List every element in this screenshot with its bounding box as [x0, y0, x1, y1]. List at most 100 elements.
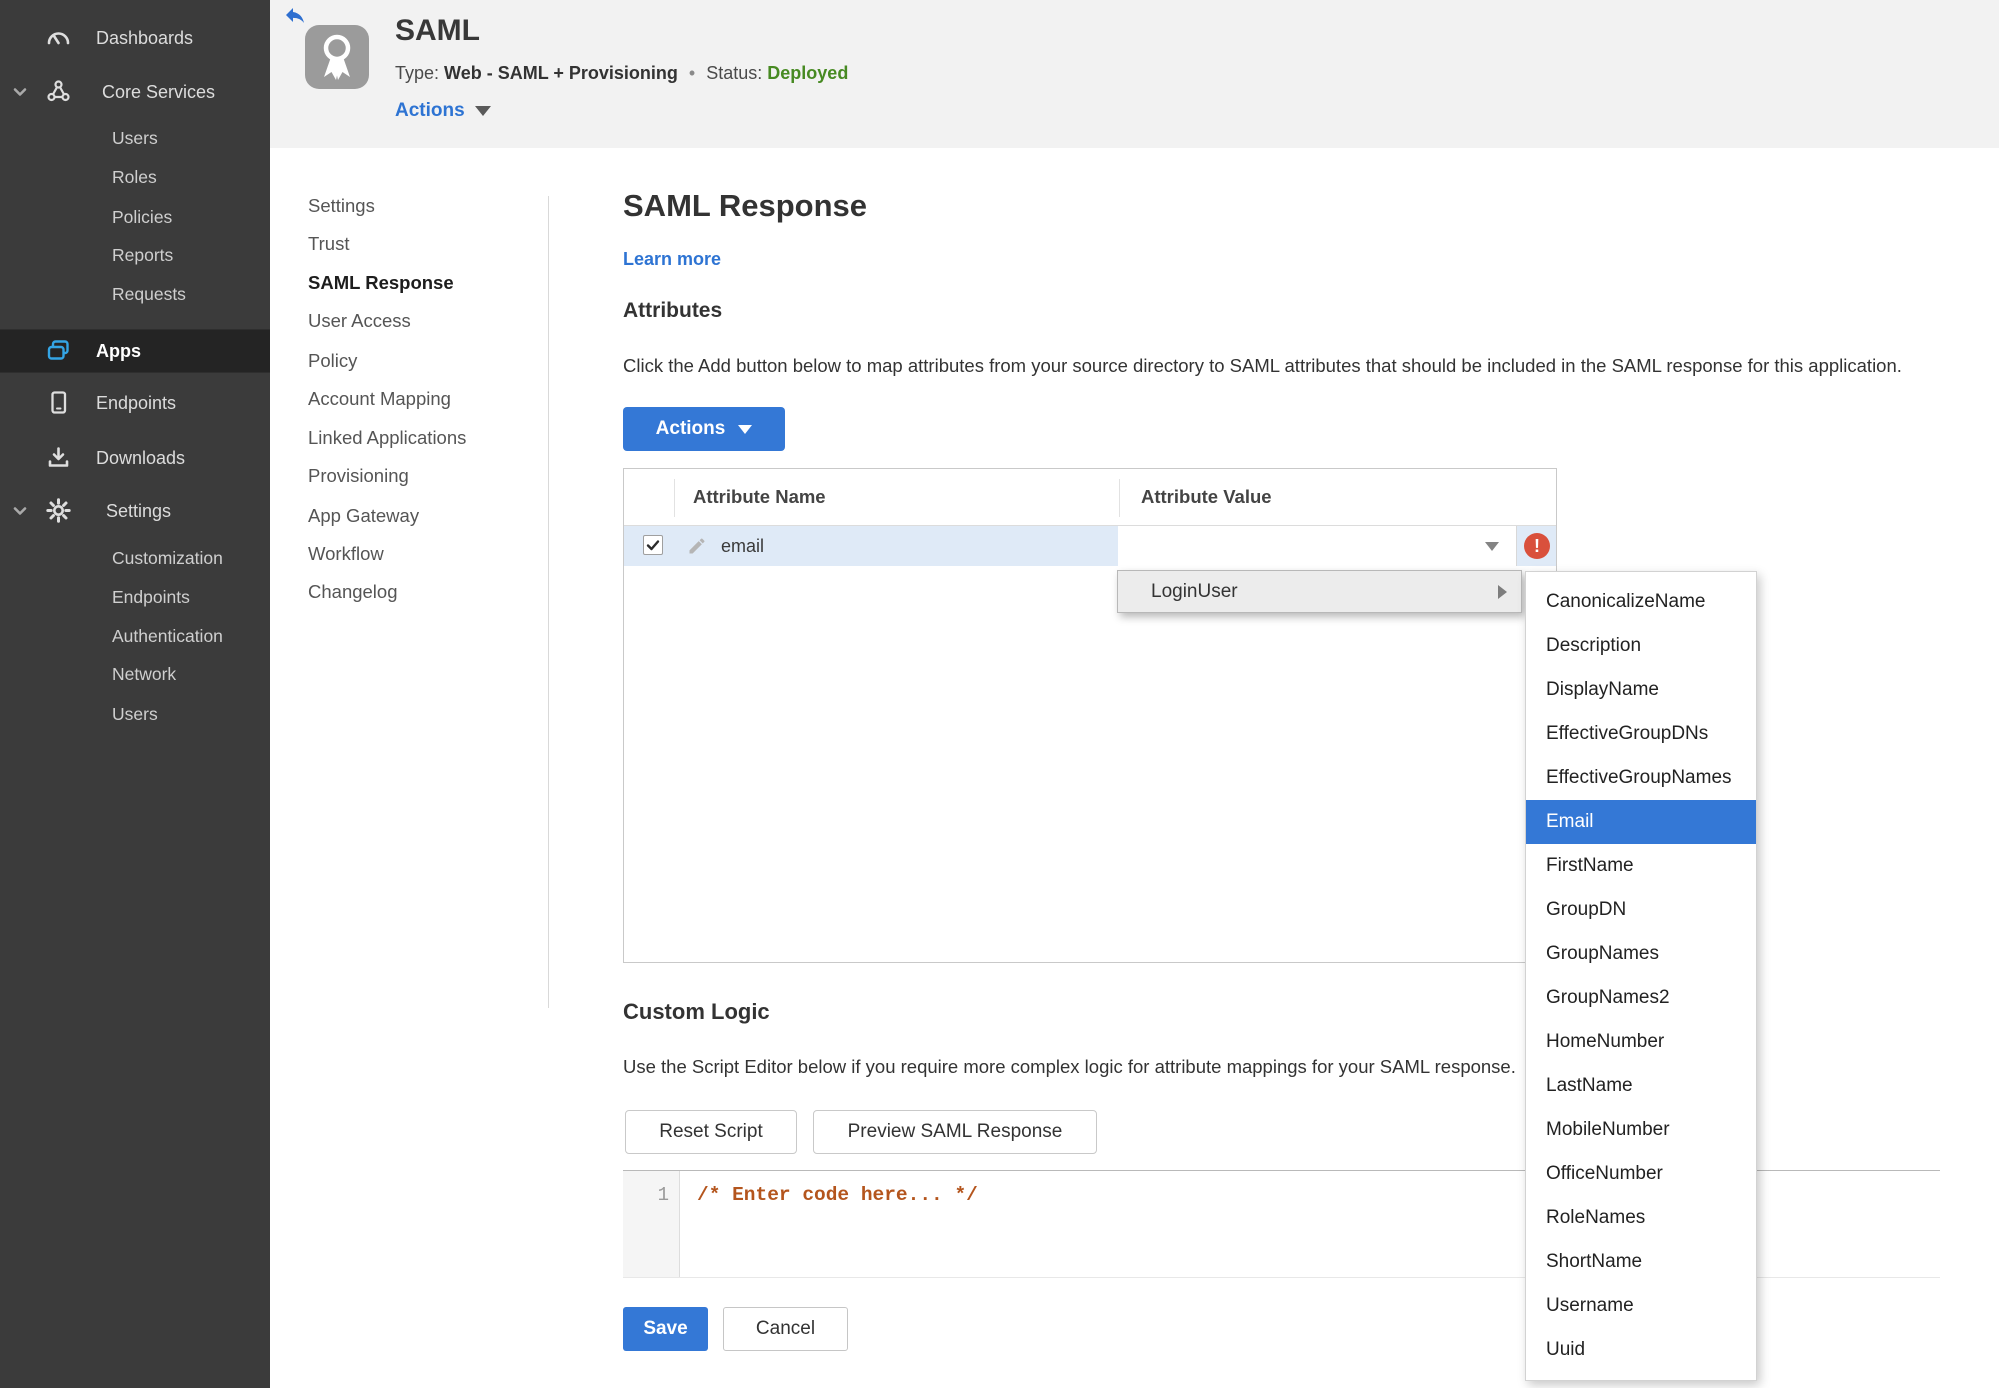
sidebar-item-roles[interactable]: Roles	[112, 162, 157, 192]
tab-settings[interactable]: Settings	[308, 193, 375, 219]
submenu-item-email[interactable]: Email	[1526, 800, 1756, 844]
editor-code[interactable]: /* Enter code here... */	[697, 1184, 978, 1206]
sidebar-item-endpoints[interactable]: Endpoints	[0, 382, 270, 424]
submenu-item-homenumber[interactable]: HomeNumber	[1526, 1020, 1756, 1064]
attributes-actions-label: Actions	[655, 418, 726, 439]
reset-script-button[interactable]: Reset Script	[625, 1110, 797, 1154]
meta-separator: •	[688, 63, 696, 83]
download-icon	[45, 444, 72, 471]
attribute-value-dropdown[interactable]	[1118, 526, 1517, 566]
preview-saml-response-button[interactable]: Preview SAML Response	[813, 1110, 1097, 1154]
gauge-icon	[45, 24, 72, 51]
column-divider	[674, 479, 675, 517]
sidebar-item-label: Endpoints	[96, 393, 177, 413]
submenu-item-username[interactable]: Username	[1526, 1284, 1756, 1328]
status-label: Status:	[706, 63, 763, 83]
custom-logic-heading: Custom Logic	[623, 999, 770, 1024]
app-logo	[305, 25, 369, 89]
submenu-item-displayname[interactable]: DisplayName	[1526, 668, 1756, 712]
sidebar-item-network[interactable]: Network	[112, 659, 176, 689]
award-badge-icon	[305, 34, 369, 93]
value-menu-loginuser[interactable]: LoginUser	[1117, 570, 1522, 613]
tab-provisioning[interactable]: Provisioning	[308, 463, 409, 489]
core-services-icon	[45, 78, 72, 105]
attributes-actions-button[interactable]: Actions	[623, 407, 785, 451]
column-divider	[1119, 479, 1120, 517]
tab-saml-response[interactable]: SAML Response	[308, 270, 454, 296]
validation-error-icon: !	[1524, 533, 1550, 559]
submenu-item-uuid[interactable]: Uuid	[1526, 1328, 1756, 1372]
row-checkbox[interactable]	[643, 535, 663, 555]
submenu-item-mobilenumber[interactable]: MobileNumber	[1526, 1108, 1756, 1152]
submenu-item-description[interactable]: Description	[1526, 624, 1756, 668]
editor-gutter: 1	[623, 1171, 680, 1277]
column-header-attribute-value: Attribute Value	[1141, 486, 1272, 507]
line-number: 1	[657, 1184, 669, 1206]
tab-linked-applications[interactable]: Linked Applications	[308, 425, 466, 451]
app-meta: Type: Web - SAML + Provisioning • Status…	[395, 63, 848, 84]
tab-user-access[interactable]: User Access	[308, 308, 411, 334]
attributes-description: Click the Add button below to map attrib…	[623, 355, 1902, 376]
tab-account-mapping[interactable]: Account Mapping	[308, 386, 451, 412]
gear-icon	[45, 497, 72, 524]
submenu-item-shortname[interactable]: ShortName	[1526, 1240, 1756, 1284]
apps-icon	[45, 337, 72, 364]
submenu-item-officenumber[interactable]: OfficeNumber	[1526, 1152, 1756, 1196]
sidebar-item-dashboards[interactable]: Dashboards	[0, 17, 270, 59]
sidebar-item-label: Apps	[96, 341, 141, 361]
column-header-attribute-name: Attribute Name	[693, 486, 826, 507]
app-header: SAML Type: Web - SAML + Provisioning • S…	[270, 0, 1999, 148]
submenu-item-canonicalizename[interactable]: CanonicalizeName	[1526, 580, 1756, 624]
save-button[interactable]: Save	[623, 1307, 708, 1351]
sidebar-item-downloads[interactable]: Downloads	[0, 437, 270, 479]
sidebar-item-requests[interactable]: Requests	[112, 279, 186, 309]
learn-more-link[interactable]: Learn more	[623, 249, 721, 270]
edit-pencil-icon[interactable]	[687, 536, 707, 556]
tab-workflow[interactable]: Workflow	[308, 541, 384, 567]
sidebar-item-authentication[interactable]: Authentication	[112, 621, 223, 651]
sidebar-item-core-services[interactable]: Core Services	[0, 71, 270, 113]
attributes-table: Attribute Name Attribute Value email !	[623, 468, 1557, 963]
header-actions-menu[interactable]: Actions	[395, 100, 491, 122]
sidebar-item-label: Core Services	[102, 82, 216, 102]
sidebar-item-settings-users[interactable]: Users	[112, 699, 158, 729]
value-menu-label: LoginUser	[1151, 581, 1238, 602]
submenu-item-lastname[interactable]: LastName	[1526, 1064, 1756, 1108]
sidebar-item-label: Settings	[106, 501, 172, 521]
submenu-item-groupnames[interactable]: GroupNames	[1526, 932, 1756, 976]
sidebar: Dashboards Core Services Users Roles Pol…	[0, 0, 270, 1388]
sidebar-item-users[interactable]: Users	[112, 123, 158, 153]
sidebar-item-policies[interactable]: Policies	[112, 202, 172, 232]
sidebar-item-customization[interactable]: Customization	[112, 543, 223, 573]
table-row[interactable]: email !	[624, 526, 1556, 566]
type-label: Type:	[395, 63, 440, 83]
attributes-heading: Attributes	[623, 299, 723, 322]
caret-down-icon	[474, 105, 491, 116]
submenu-item-firstname[interactable]: FirstName	[1526, 844, 1756, 888]
custom-logic-description: Use the Script Editor below if you requi…	[623, 1056, 1516, 1077]
submenu-item-effectivegroupnames[interactable]: EffectiveGroupNames	[1526, 756, 1756, 800]
sidebar-item-settings[interactable]: Settings	[0, 490, 270, 532]
sidebar-item-label: Dashboards	[96, 28, 194, 48]
app-root: Dashboards Core Services Users Roles Pol…	[0, 0, 1999, 1388]
page-title: SAML Response	[623, 188, 868, 223]
tab-trust[interactable]: Trust	[308, 231, 349, 257]
nav-divider	[548, 196, 549, 1008]
submenu-item-groupnames2[interactable]: GroupNames2	[1526, 976, 1756, 1020]
back-arrow-icon[interactable]	[283, 3, 307, 27]
device-icon	[45, 389, 72, 416]
submenu-item-groupdn[interactable]: GroupDN	[1526, 888, 1756, 932]
submenu-item-effectivegroupdns[interactable]: EffectiveGroupDNs	[1526, 712, 1756, 756]
tab-app-gateway[interactable]: App Gateway	[308, 503, 419, 529]
sidebar-item-reports[interactable]: Reports	[112, 240, 173, 270]
chevron-down-icon	[11, 83, 29, 101]
tab-policy[interactable]: Policy	[308, 348, 357, 374]
status-badge: Deployed	[767, 63, 849, 83]
sidebar-item-settings-endpoints[interactable]: Endpoints	[112, 582, 190, 612]
cancel-button[interactable]: Cancel	[723, 1307, 848, 1351]
chevron-down-icon	[11, 502, 29, 520]
sidebar-item-apps[interactable]: Apps	[0, 329, 270, 373]
submenu-item-rolenames[interactable]: RoleNames	[1526, 1196, 1756, 1240]
tab-changelog[interactable]: Changelog	[308, 579, 398, 605]
type-value: Web - SAML + Provisioning	[444, 63, 678, 83]
